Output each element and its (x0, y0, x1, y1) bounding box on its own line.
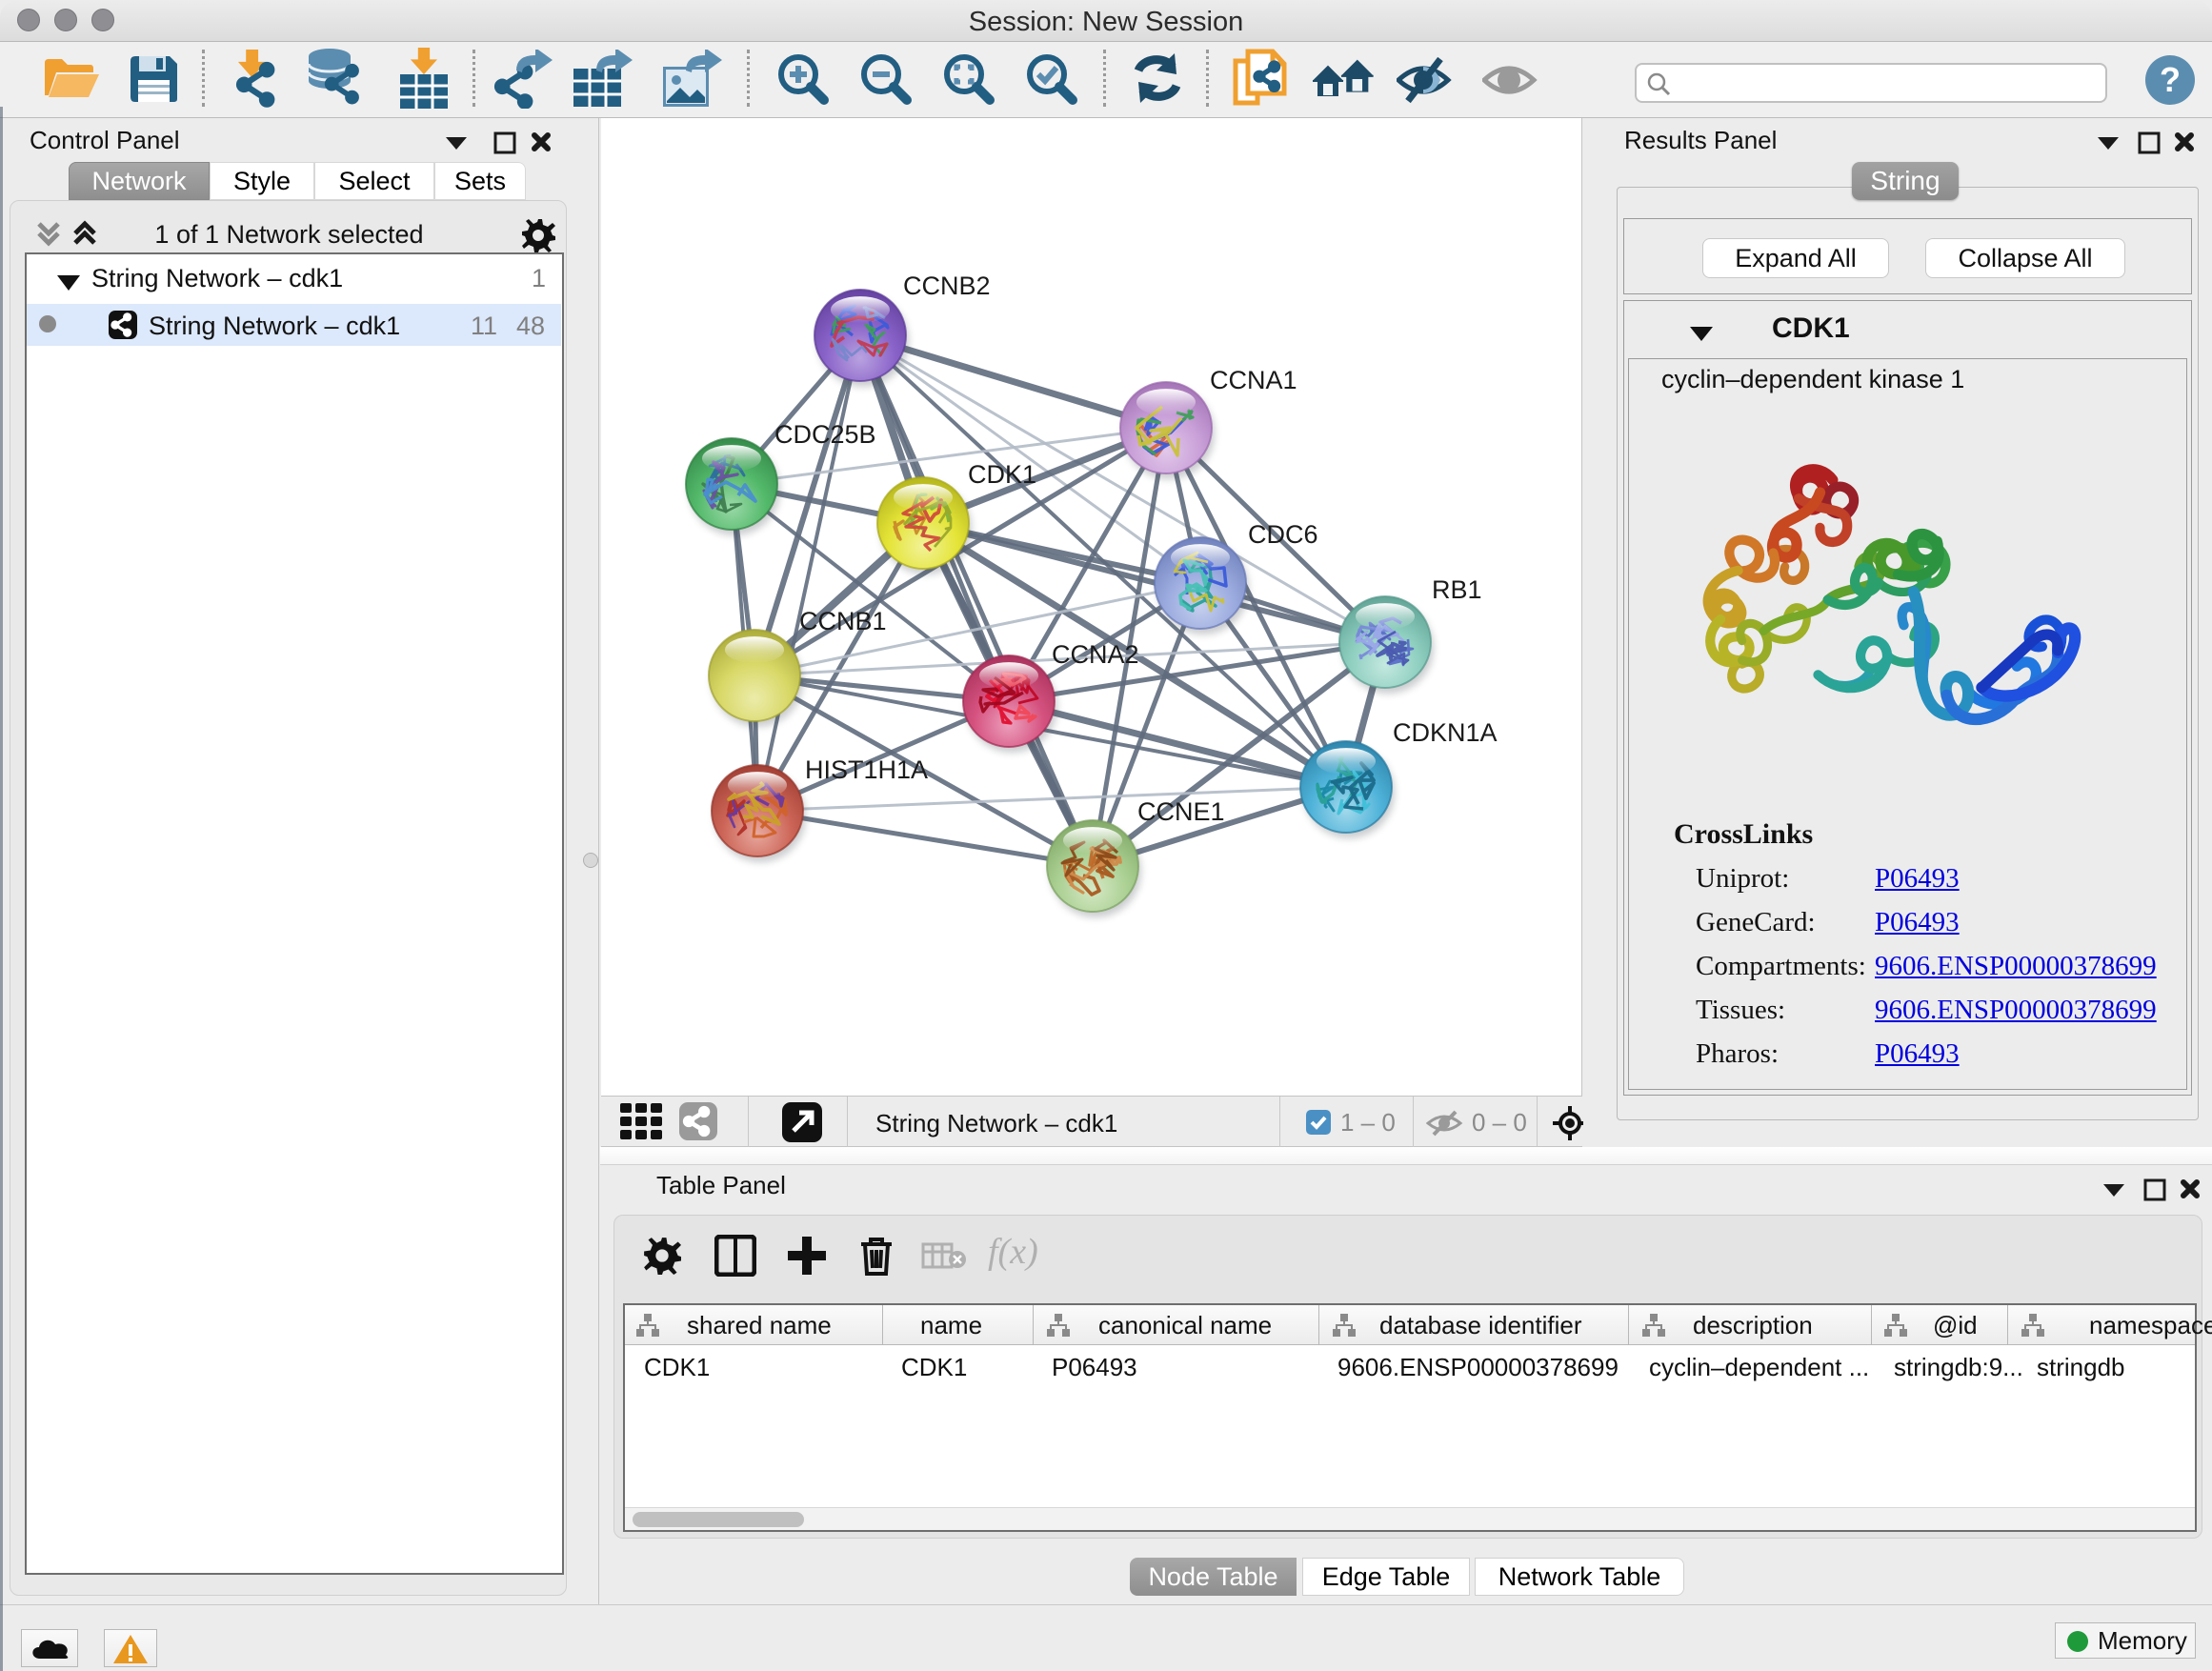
svg-text:CDC6: CDC6 (1248, 520, 1318, 549)
svg-text:CCNA2: CCNA2 (1052, 640, 1139, 669)
svg-text:RB1: RB1 (1432, 575, 1482, 604)
svg-text:CCNB1: CCNB1 (799, 607, 887, 635)
svg-text:CCNA1: CCNA1 (1210, 366, 1297, 394)
svg-text:HIST1H1A: HIST1H1A (805, 755, 928, 784)
svg-text:CCNB2: CCNB2 (903, 272, 991, 300)
svg-text:CCNE1: CCNE1 (1137, 797, 1225, 826)
svg-text:CDC25B: CDC25B (774, 420, 876, 449)
svg-text:CDK1: CDK1 (968, 460, 1036, 489)
svg-text:CDKN1A: CDKN1A (1393, 718, 1498, 747)
